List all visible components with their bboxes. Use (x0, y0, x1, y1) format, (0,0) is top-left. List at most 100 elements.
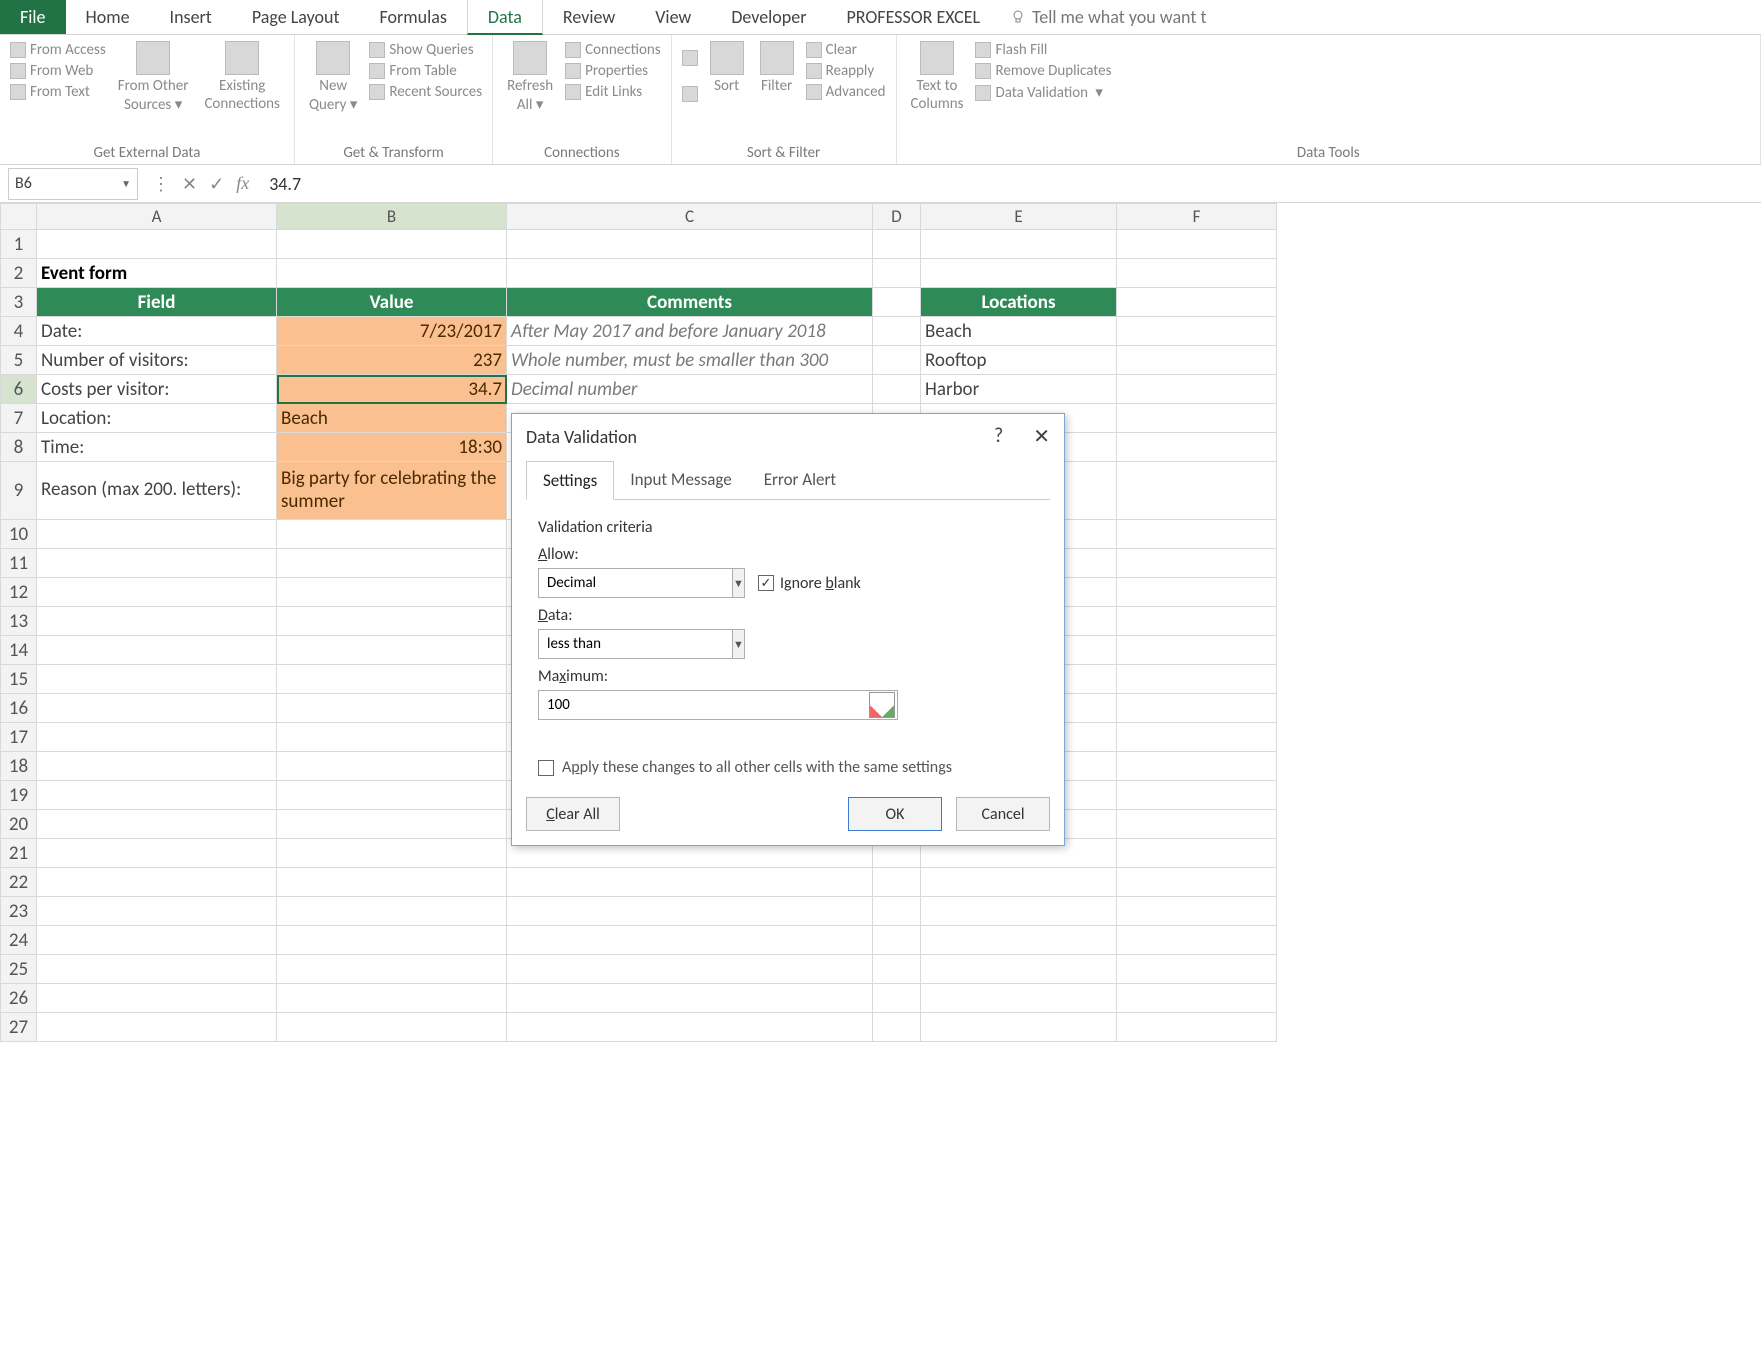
tab-view[interactable]: View (635, 0, 711, 34)
cell[interactable] (873, 317, 921, 346)
remove-duplicates-button[interactable]: Remove Duplicates (975, 62, 1111, 80)
cell[interactable] (277, 607, 507, 636)
cell[interactable] (921, 926, 1117, 955)
dialog-tab-input-message[interactable]: Input Message (614, 461, 747, 499)
cell[interactable] (37, 607, 277, 636)
tab-formulas[interactable]: Formulas (360, 0, 467, 34)
row-header[interactable]: 23 (1, 897, 37, 926)
tab-developer[interactable]: Developer (711, 0, 826, 34)
cell[interactable] (1117, 549, 1277, 578)
row-header[interactable]: 24 (1, 926, 37, 955)
cell[interactable] (1117, 752, 1277, 781)
cell[interactable] (37, 984, 277, 1013)
col-header-d[interactable]: D (873, 204, 921, 230)
cell[interactable] (277, 955, 507, 984)
row-header[interactable]: 17 (1, 723, 37, 752)
ok-button[interactable]: OK (848, 797, 942, 831)
from-table-button[interactable]: From Table (369, 62, 482, 80)
maximum-input[interactable] (538, 690, 898, 720)
cell[interactable] (1117, 607, 1277, 636)
cell[interactable]: Location: (37, 404, 277, 433)
cell[interactable] (37, 926, 277, 955)
row-header[interactable]: 18 (1, 752, 37, 781)
connections-button[interactable]: Connections (565, 41, 661, 59)
cell[interactable] (873, 230, 921, 259)
cell[interactable] (1117, 346, 1277, 375)
sort-desc-button[interactable] (682, 86, 698, 102)
flash-fill-button[interactable]: Flash Fill (975, 41, 1111, 59)
data-value[interactable] (538, 629, 733, 659)
text-to-columns-button[interactable]: Text toColumns (907, 41, 968, 113)
row-header[interactable]: 1 (1, 230, 37, 259)
cell[interactable]: Date: (37, 317, 277, 346)
cell[interactable] (1117, 897, 1277, 926)
row-header[interactable]: 10 (1, 520, 37, 549)
cell[interactable] (277, 723, 507, 752)
cell[interactable] (277, 810, 507, 839)
cell[interactable] (1117, 636, 1277, 665)
cell[interactable] (507, 897, 873, 926)
row-header[interactable]: 3 (1, 288, 37, 317)
cell[interactable] (921, 955, 1117, 984)
range-picker-icon[interactable] (869, 692, 895, 718)
cell[interactable] (37, 694, 277, 723)
cell[interactable]: Time: (37, 433, 277, 462)
cell[interactable]: Decimal number (507, 375, 873, 404)
chevron-down-icon[interactable]: ▼ (733, 629, 745, 659)
apply-checkbox[interactable] (538, 760, 554, 776)
cell[interactable] (37, 955, 277, 984)
cell[interactable] (1117, 839, 1277, 868)
advanced-button[interactable]: Advanced (806, 83, 886, 101)
cell[interactable] (873, 926, 921, 955)
cancel-formula-icon[interactable]: ✕ (182, 173, 197, 195)
cell[interactable] (1117, 404, 1277, 433)
cell[interactable] (37, 578, 277, 607)
cell[interactable] (507, 955, 873, 984)
cell[interactable] (1117, 955, 1277, 984)
cell[interactable] (1117, 984, 1277, 1013)
cell[interactable] (1117, 230, 1277, 259)
cell[interactable] (873, 288, 921, 317)
cell[interactable] (277, 897, 507, 926)
cell[interactable] (277, 926, 507, 955)
tab-review[interactable]: Review (543, 0, 635, 34)
allow-combo[interactable]: ▼ (538, 568, 738, 598)
cell[interactable]: Harbor (921, 375, 1117, 404)
row-header[interactable]: 6 (1, 375, 37, 404)
cell[interactable] (37, 1013, 277, 1042)
chevron-down-icon[interactable]: ▼ (121, 177, 131, 190)
cell[interactable] (507, 1013, 873, 1042)
cell[interactable] (873, 346, 921, 375)
cell[interactable] (37, 549, 277, 578)
col-header-e[interactable]: E (921, 204, 1117, 230)
cell[interactable] (37, 230, 277, 259)
fx-icon[interactable]: fx (236, 173, 249, 194)
cell[interactable] (277, 230, 507, 259)
from-web-button[interactable]: From Web (10, 62, 106, 80)
row-header[interactable]: 8 (1, 433, 37, 462)
cell[interactable]: Whole number, must be smaller than 300 (507, 346, 873, 375)
enter-formula-icon[interactable]: ✓ (209, 173, 224, 195)
cell[interactable] (37, 897, 277, 926)
formula-input[interactable]: 34.7 (259, 173, 1761, 195)
header-comments[interactable]: Comments (507, 288, 873, 317)
cell[interactable] (277, 694, 507, 723)
existing-connections-button[interactable]: ExistingConnections (200, 41, 284, 113)
cell[interactable] (873, 259, 921, 288)
cell[interactable] (277, 578, 507, 607)
cell[interactable] (37, 520, 277, 549)
row-header[interactable]: 22 (1, 868, 37, 897)
cell[interactable] (921, 868, 1117, 897)
cell[interactable] (873, 1013, 921, 1042)
row-header[interactable]: 12 (1, 578, 37, 607)
header-locations[interactable]: Locations (921, 288, 1117, 317)
row-header[interactable]: 15 (1, 665, 37, 694)
reapply-button[interactable]: Reapply (806, 62, 886, 80)
cell[interactable] (37, 636, 277, 665)
cell[interactable] (873, 375, 921, 404)
cell[interactable] (37, 868, 277, 897)
tab-data[interactable]: Data (467, 0, 543, 35)
cell[interactable] (37, 752, 277, 781)
close-icon[interactable]: ✕ (1033, 424, 1050, 449)
col-header-c[interactable]: C (507, 204, 873, 230)
